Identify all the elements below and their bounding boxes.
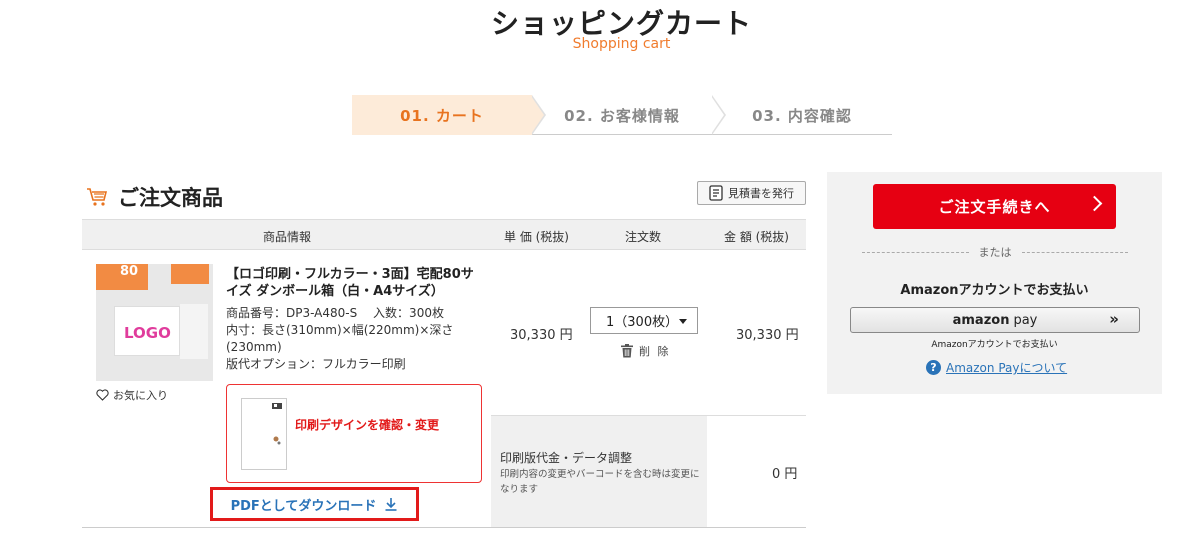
option-note: 印刷内容の変更やバーコードを含む時は変更になります [500, 469, 700, 495]
dash-line [1021, 251, 1128, 253]
favorite-button[interactable]: お気に入り [96, 387, 168, 403]
chevron-right-icon [1086, 195, 1103, 212]
design-thumbnail[interactable] [241, 398, 287, 470]
step-customer-info: 02. お客様情報 [532, 95, 726, 135]
quantity-select[interactable]: 1（300枚） [590, 307, 698, 334]
line-amount: 30,330 円 [736, 328, 799, 343]
plate-option: 版代オプション：フルカラー印刷 [226, 357, 406, 371]
option-divider [491, 415, 806, 416]
confirm-design-link[interactable]: 印刷デザインを確認・変更 [295, 416, 439, 433]
option-title: 印刷版代金・データ調整 [500, 451, 633, 465]
or-divider: または [862, 244, 1128, 260]
page-subtitle: Shopping cart [572, 36, 671, 52]
amazon-pay-subtext: Amazonアカウントでお支払い [931, 340, 1058, 350]
pdf-download-button[interactable]: PDFとしてダウンロード [210, 487, 419, 521]
or-label: または [978, 246, 1012, 259]
amazon-brand: amazon [952, 312, 1010, 328]
double-chevron-right-icon: » [1109, 310, 1119, 328]
delete-button[interactable]: 削 除 [621, 343, 671, 359]
row-divider [82, 527, 806, 528]
quote-button-label: 見積書を発行 [728, 187, 794, 200]
shopping-cart-page: ショッピングカート Shopping cart 01. カート 02. お客様情… [0, 0, 1201, 539]
delete-label: 削 除 [639, 345, 671, 358]
amazon-pay-help-label: Amazon Payについて [946, 361, 1068, 375]
thumb-size-badge: 80 [96, 264, 148, 290]
design-preview-box[interactable]: 印刷デザインを確認・変更 [226, 384, 482, 483]
step-label: 02. お客様情報 [564, 106, 680, 125]
proceed-checkout-button[interactable]: ご注文手続きへ [873, 184, 1116, 229]
order-items-heading: ご注文商品 [86, 182, 223, 212]
cart-table-header: 商品情報 単 価 (税抜) 注文数 金 額 (税抜) [82, 219, 806, 250]
design-preview-image [272, 403, 282, 445]
thumb-logo-text: LOGO [124, 324, 171, 342]
checkout-label: ご注文手続きへ [938, 198, 1051, 216]
step-cart: 01. カート [352, 95, 546, 135]
question-icon: ? [926, 360, 941, 375]
step-label: 03. 内容確認 [752, 106, 852, 125]
dash-line [862, 251, 969, 253]
option-amount: 0 円 [772, 467, 798, 482]
checkout-steps: 01. カート 02. お客様情報 03. 内容確認 [352, 95, 892, 135]
amazon-pay-help-link[interactable]: ? Amazon Payについて [926, 359, 1067, 376]
amazon-pay-button[interactable]: amazon pay » [850, 307, 1140, 333]
favorite-label: お気に入り [113, 389, 168, 402]
pdf-download-label: PDFとしてダウンロード [230, 498, 377, 514]
step-confirm: 03. 内容確認 [712, 95, 892, 135]
issue-quote-button[interactable]: 見積書を発行 [697, 181, 806, 205]
caret-down-icon [679, 319, 687, 324]
step-arrow [531, 95, 546, 135]
product-dimensions: 内寸：長さ(310mm)×幅(220mm)×深さ(230mm) [226, 323, 454, 354]
header-amount: 金 額 (税抜) [724, 230, 789, 244]
box-side [180, 304, 208, 359]
header-quantity: 注文数 [625, 230, 662, 244]
header-unit-price: 単 価 (税抜) [504, 230, 569, 244]
section-title: ご注文商品 [118, 186, 223, 210]
quantity-value: 1（300枚） [606, 315, 679, 330]
product-specs: 商品番号：DP3-A480-S 入数：300枚 内寸：長さ(310mm)×幅(2… [226, 305, 476, 373]
heart-icon [96, 389, 109, 401]
amazon-pay-text: pay [1013, 312, 1038, 328]
unit-price: 30,330 円 [510, 328, 573, 343]
header-product: 商品情報 [263, 230, 312, 244]
product-name[interactable]: 【ロゴ印刷・フルカラー・3面】宅配80サイズ ダンボール箱（白・A4サイズ） [226, 266, 481, 300]
product-number: 商品番号：DP3-A480-S 入数：300枚 [226, 306, 444, 320]
amazon-pay-title: Amazonアカウントでお支払い [900, 283, 1089, 298]
document-icon [709, 185, 723, 201]
trash-icon [621, 344, 633, 358]
download-icon [385, 498, 397, 511]
thumb-side-badge [171, 264, 209, 284]
product-thumbnail[interactable]: 80 LOGO [96, 264, 213, 381]
step-label: 01. カート [400, 106, 484, 125]
cart-icon [87, 188, 108, 206]
step-arrow [711, 95, 726, 135]
